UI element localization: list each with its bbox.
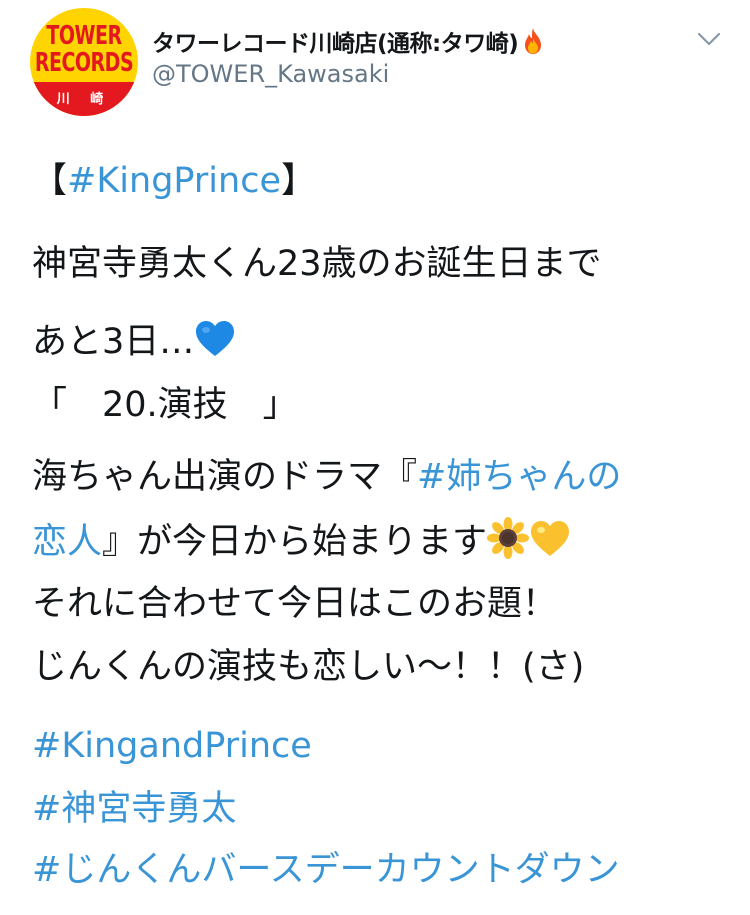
avatar-logo-line1: TOWER bbox=[46, 21, 122, 51]
tweet-header: TOWER RECORDS 川 崎 タワーレコード川崎店(通称:タワ崎) @TO… bbox=[0, 0, 750, 120]
tweet-line-5-text: 海ちゃん出演のドラマ『 bbox=[32, 457, 418, 497]
bracket-close: 】 bbox=[280, 161, 316, 201]
avatar-branch-label: 川 崎 bbox=[56, 92, 112, 107]
hashtag-link[interactable]: #KingandPrince bbox=[32, 722, 312, 770]
tweet-line-2: 神宮寺勇太くん23歳のお誕生日まで bbox=[32, 244, 602, 284]
tweet-line-5: 海ちゃん出演のドラマ『#姉ちゃんの bbox=[32, 453, 621, 501]
tweet-line-1: 【#KingPrince】 bbox=[32, 157, 316, 205]
tweet-line-8: じんくんの演技も恋しい〜！！(さ) bbox=[32, 647, 585, 687]
avatar-logo-line2: RECORDS bbox=[34, 48, 134, 78]
hashtag-link[interactable]: #KingPrince bbox=[67, 161, 281, 201]
tweet-line-3-text: あと3日… bbox=[32, 322, 195, 362]
fire-icon bbox=[525, 28, 542, 54]
display-name[interactable]: タワーレコード川崎店(通称:タワ崎) bbox=[152, 24, 545, 58]
hashtag-link[interactable]: #神宮寺勇太 bbox=[32, 785, 236, 833]
tweet-line-7: それに合わせて今日はこのお題！ bbox=[32, 584, 558, 624]
avatar[interactable]: TOWER RECORDS 川 崎 bbox=[30, 8, 138, 116]
tweet-line-3: あと3日… bbox=[32, 318, 236, 366]
tweet-line-6: 恋人』が今日から始まります bbox=[32, 517, 571, 566]
sunflower-icon bbox=[487, 517, 530, 559]
hashtag-link-continued[interactable]: 恋人 bbox=[32, 522, 102, 562]
tweet-line-4: 「 20.演技 」 bbox=[32, 385, 298, 425]
chevron-down-icon bbox=[697, 32, 721, 46]
yellow-heart-icon bbox=[531, 521, 570, 556]
tweet-menu-button[interactable] bbox=[690, 24, 728, 54]
tweet-line-6-text: 』が今日から始まります bbox=[102, 522, 488, 562]
blue-heart-icon bbox=[196, 321, 235, 356]
hashtag-link[interactable]: #じんくんバースデーカウントダウン bbox=[32, 846, 620, 894]
hashtag-link[interactable]: #姉ちゃんの bbox=[417, 457, 621, 497]
bracket-open: 【 bbox=[32, 161, 68, 201]
user-handle[interactable]: @TOWER_Kawasaki bbox=[152, 60, 389, 88]
display-name-text: タワーレコード川崎店(通称:タワ崎) bbox=[152, 31, 519, 57]
